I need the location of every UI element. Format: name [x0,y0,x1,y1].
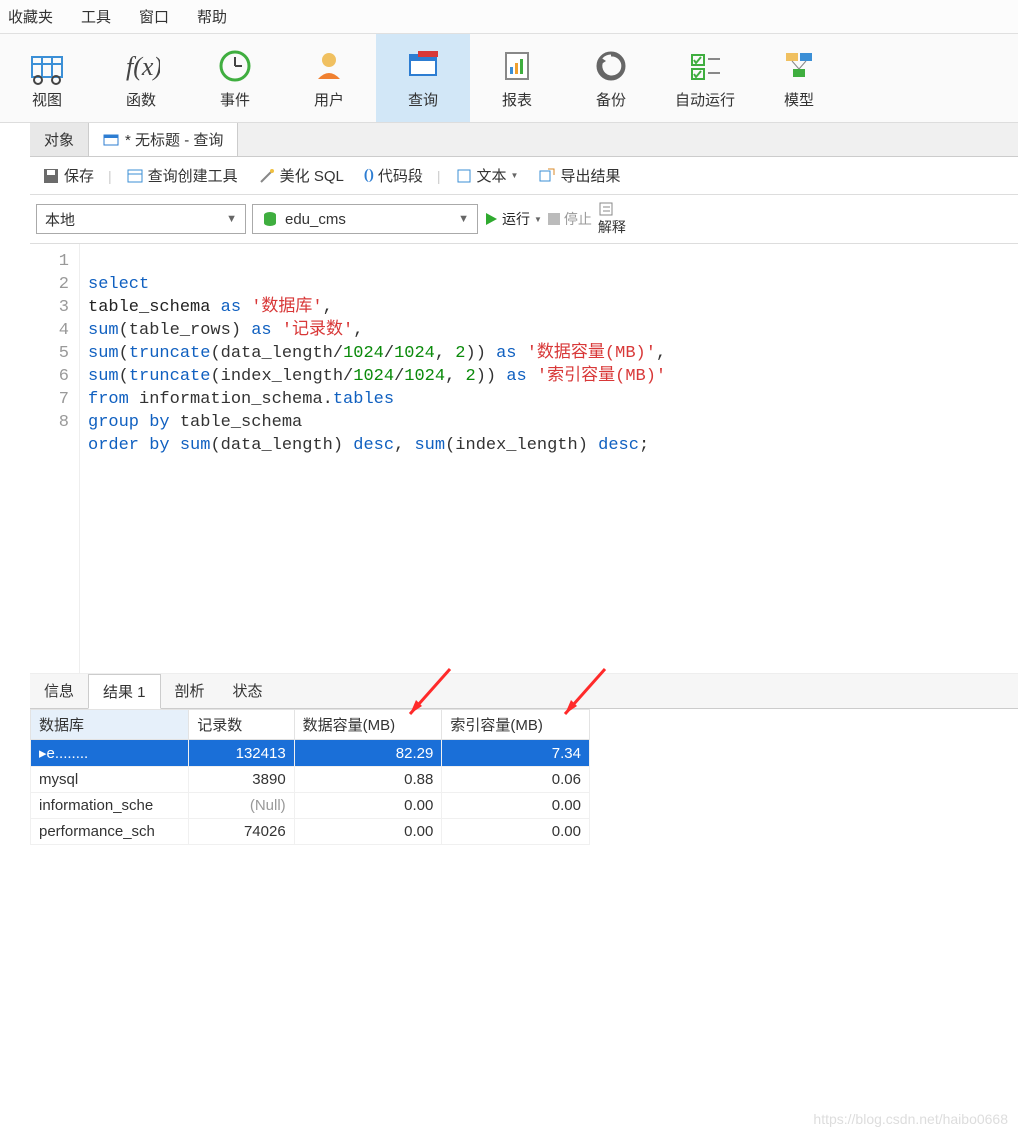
document-tabs: 对象 * 无标题 - 查询 [30,123,1018,157]
table-row[interactable]: mysql38900.880.06 [31,767,590,793]
watermark-text: https://blog.csdn.net/haibo0668 [813,1111,1008,1127]
ribbon-query[interactable]: 查询 [376,34,470,122]
chevron-down-icon: ▼ [534,215,542,224]
ribbon-report[interactable]: 报表 [470,34,564,122]
ribbon-user[interactable]: 用户 [282,34,376,122]
chevron-down-icon: ▼ [511,171,519,180]
query-builder-button[interactable]: 查询创建工具 [120,163,244,188]
text-icon [455,167,473,185]
table-row[interactable]: e........13241382.297.34 [31,740,590,767]
col-records[interactable]: 记录数 [189,710,294,740]
table-header-row: 数据库 记录数 数据容量(MB) 索引容量(MB) [31,710,590,740]
save-button[interactable]: 保存 [36,163,100,188]
ribbon-toolbar: 视图 f(x) 函数 事件 用户 查询 报表 备份 自动运行 模型 [0,34,1018,123]
beautify-sql-button[interactable]: 美化 SQL [252,163,350,188]
builder-icon [126,167,144,185]
result-tab-status[interactable]: 状态 [219,674,277,708]
menu-window[interactable]: 窗口 [139,6,169,27]
model-icon [780,47,818,85]
menu-tools[interactable]: 工具 [81,6,111,27]
chevron-down-icon: ▼ [226,213,237,225]
ribbon-label: 函数 [126,89,156,110]
separator: | [108,168,112,184]
ribbon-label: 报表 [502,89,532,110]
backup-icon [592,47,630,85]
ribbon-grid[interactable]: 视图 [0,34,94,122]
col-index-size[interactable]: 索引容量(MB) [442,710,590,740]
ribbon-auto[interactable]: 自动运行 [658,34,752,122]
code-snippet-button[interactable]: () 代码段 [358,163,429,188]
report-icon [498,47,536,85]
database-icon [261,210,279,228]
svg-text:f(x): f(x) [126,52,160,81]
ribbon-label: 查询 [408,89,438,110]
run-button[interactable]: 运行 ▼ [484,209,542,229]
fx-icon: f(x) [122,47,160,85]
ribbon-label: 视图 [32,89,62,110]
result-tab-info[interactable]: 信息 [30,674,88,708]
ribbon-backup[interactable]: 备份 [564,34,658,122]
export-icon [538,167,556,185]
clock-icon [216,47,254,85]
tab-query-untitled[interactable]: * 无标题 - 查询 [89,123,238,156]
separator: | [437,168,441,184]
query-toolbar: 保存 | 查询创建工具 美化 SQL () 代码段 | 文本 ▼ 导出结果 [30,157,1018,195]
ribbon-label: 备份 [596,89,626,110]
connection-row: 本地▼ edu_cms ▼ 运行 ▼ 停止 解释 [30,195,1018,244]
menu-favorites[interactable]: 收藏夹 [8,6,53,27]
chevron-down-icon: ▼ [458,213,469,225]
export-result-button[interactable]: 导出结果 [532,163,626,188]
query-icon [404,47,442,85]
results-table[interactable]: 数据库 记录数 数据容量(MB) 索引容量(MB) e........13241… [30,709,590,845]
col-data-size[interactable]: 数据容量(MB) [294,710,442,740]
parens-icon: () [364,167,374,184]
ribbon-label: 用户 [314,89,344,110]
text-button[interactable]: 文本 ▼ [449,163,525,188]
table-row[interactable]: performance_sch740260.000.00 [31,819,590,845]
grid-icon [28,47,66,85]
user-icon [310,47,348,85]
sql-editor[interactable]: 12345678 select table_schema as '数据库', s… [30,244,1018,674]
result-tab-result1[interactable]: 结果 1 [88,674,161,709]
table-row[interactable]: information_sche(Null)0.000.00 [31,793,590,819]
menu-bar: 收藏夹 工具 窗口 帮助 [0,0,1018,34]
wand-icon [258,167,276,185]
explain-button[interactable]: 解释 [598,201,626,237]
ribbon-label: 模型 [784,89,814,110]
connection-dropdown[interactable]: 本地▼ [36,204,246,234]
menu-help[interactable]: 帮助 [197,6,227,27]
tab-objects[interactable]: 对象 [30,123,89,156]
query-tab-icon [103,132,119,148]
col-database[interactable]: 数据库 [31,710,189,740]
database-dropdown[interactable]: edu_cms ▼ [252,204,478,234]
ribbon-label: 自动运行 [675,89,735,110]
line-gutter: 12345678 [30,244,80,673]
ribbon-clock[interactable]: 事件 [188,34,282,122]
result-tab-profile[interactable]: 剖析 [161,674,219,708]
result-tabs: 信息 结果 1 剖析 状态 [30,674,1018,709]
explain-icon [598,201,614,217]
save-icon [42,167,60,185]
ribbon-label: 事件 [220,89,250,110]
play-icon [484,212,498,226]
stop-icon [548,213,560,225]
ribbon-model[interactable]: 模型 [752,34,846,122]
ribbon-fx[interactable]: f(x) 函数 [94,34,188,122]
stop-button: 停止 [548,209,592,229]
auto-icon [686,47,724,85]
code-area[interactable]: select table_schema as '数据库', sum(table_… [80,244,666,673]
